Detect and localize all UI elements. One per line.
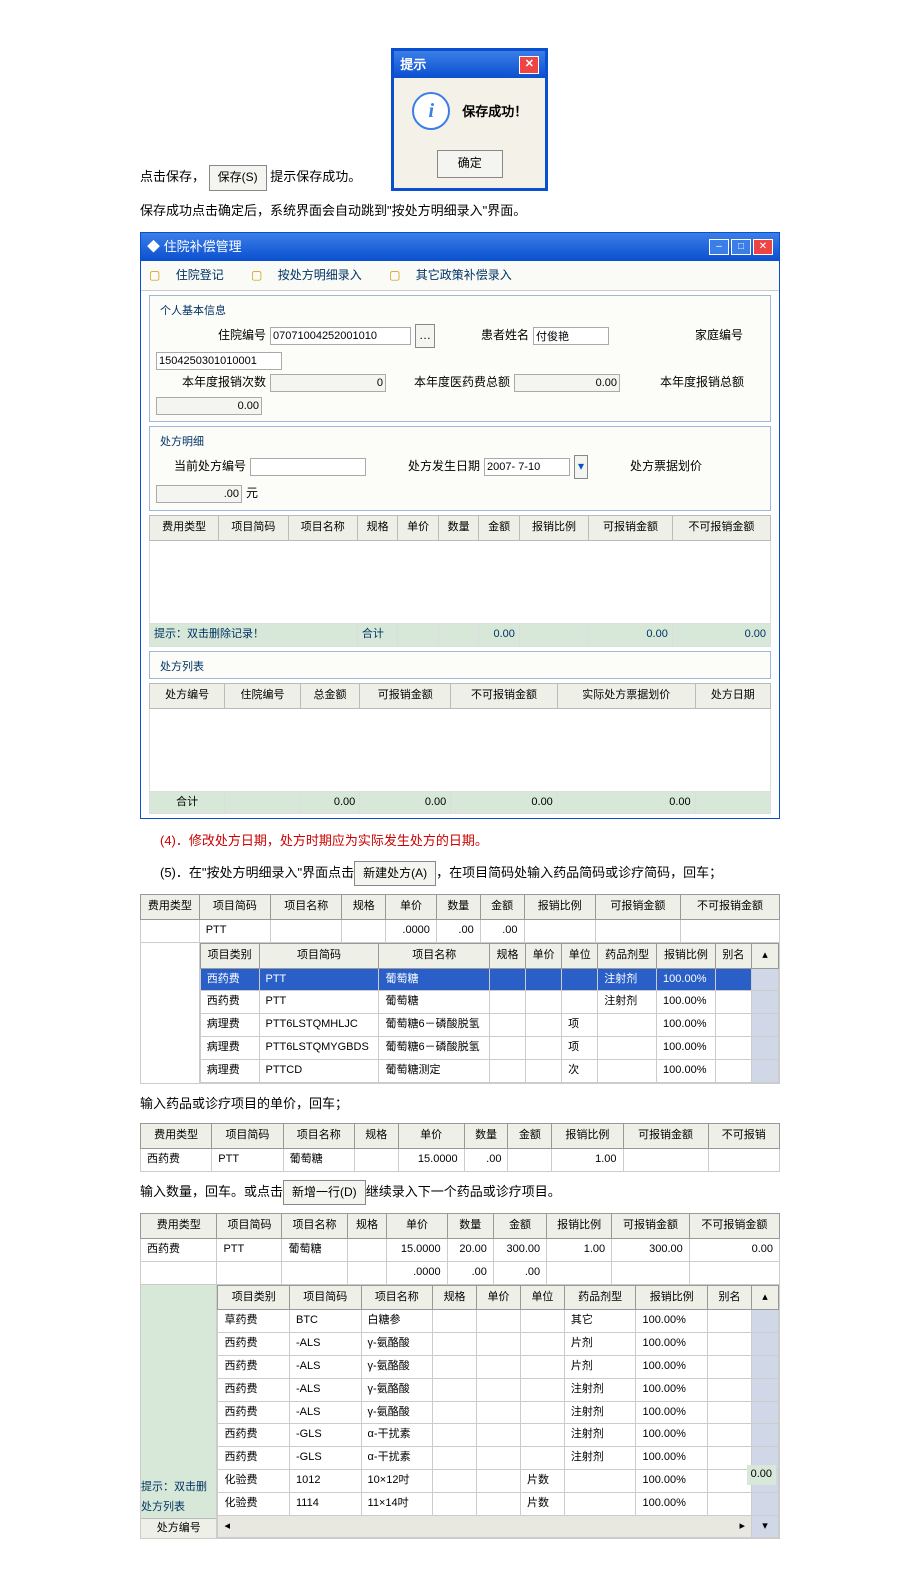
step-5: (5)．在"按处方明细录入"界面点击新建处方(A)，在项目简码处输入药品简码或诊…	[140, 861, 780, 887]
scroll-up-icon[interactable]: ▴	[752, 1285, 779, 1310]
step-4: (4)．修改处方日期，处方时期应为实际发生处方的日期。	[140, 829, 780, 852]
table-row[interactable]: 西药费PTT葡萄糖15.0000.001.00	[141, 1148, 780, 1171]
header-row: 费用类型项目简码项目名称规格单价数量金额报销比例可报销金额不可报销金额	[150, 516, 771, 541]
year-reimburse	[156, 397, 262, 415]
input-row[interactable]: .0000.00.00	[141, 1261, 780, 1284]
add-row-button[interactable]: 新增一行(D)	[283, 1180, 366, 1206]
ok-button[interactable]: 确定	[437, 150, 503, 178]
scroll-down-icon[interactable]: ▾	[752, 1515, 779, 1538]
rx-detail-group: 处方明细 当前处方编号 处方发生日期 ▾ 处方票据划价 元	[149, 426, 771, 511]
tab-register[interactable]: ▢ 住院登记	[149, 268, 236, 282]
rx-list-group: 处方列表	[149, 651, 771, 679]
label: 当前处方编号	[156, 456, 246, 478]
rx-list-grid: 处方编号住院编号总金额可报销金额不可报销金额实际处方票据划价处方日期 合计 0.…	[149, 683, 771, 815]
label: 住院编号	[156, 325, 266, 347]
label: 患者姓名	[439, 325, 529, 347]
input-row[interactable]: PTT.0000.00.00	[141, 920, 780, 943]
folder-icon: ▢	[251, 268, 262, 282]
folder-icon: ▢	[149, 268, 160, 282]
success-dialog: 提示 ✕ i 保存成功！ 确定	[391, 48, 548, 191]
list-item[interactable]: 西药费-ALSγ-氨酪酸注射剂100.00%	[218, 1401, 779, 1424]
legend: 处方明细	[156, 433, 208, 453]
lookup-table-c: 费用类型项目简码项目名称规格单价数量金额报销比例可报销金额不可报销金额 西药费P…	[140, 1213, 780, 1539]
reimburse-count	[270, 374, 386, 392]
text: 提示保存成功。	[270, 170, 361, 185]
lookup-button[interactable]: …	[415, 324, 435, 348]
list-item[interactable]: 病理费PTT6LSTQMYGBDS葡萄糖6－磷酸脱氢项100.00%	[200, 1037, 778, 1060]
header-row: 处方编号住院编号总金额可报销金额不可报销金额实际处方票据划价处方日期	[150, 683, 771, 708]
tab-rx-detail[interactable]: ▢ 按处方明细录入	[251, 268, 374, 282]
sum-label: 合计	[357, 624, 398, 647]
label: 家庭编号	[613, 325, 743, 347]
rx-date-input[interactable]	[484, 458, 570, 476]
window-title: ◆ 住院补偿管理	[147, 235, 242, 258]
delete-hint: 提示：双击删	[141, 1478, 216, 1498]
minimize-icon[interactable]: –	[709, 239, 729, 255]
dialog-title: 提示	[400, 53, 426, 76]
info-icon: i	[412, 92, 450, 130]
date-dropdown[interactable]: ▾	[574, 455, 588, 479]
list-item[interactable]: 病理费PTTCD葡萄糖测定次100.00%	[200, 1059, 778, 1082]
text: 输入药品或诊疗项目的单价，回车；	[140, 1092, 780, 1115]
tab-bar: ▢ 住院登记 ▢ 按处方明细录入 ▢ 其它政策补偿录入	[141, 261, 779, 292]
list-item[interactable]: 化验费101210×12吋片数100.00%	[218, 1470, 779, 1493]
value: 0.00	[747, 1465, 776, 1485]
intro-line: 点击保存， 保存(S) 提示保存成功。 提示 ✕ i 保存成功！ 确定	[140, 48, 780, 191]
patient-name-input[interactable]	[533, 327, 609, 345]
dialog-message: 保存成功！	[462, 100, 527, 123]
rx-no-input[interactable]	[250, 458, 366, 476]
family-no-input[interactable]	[156, 352, 282, 370]
close-icon[interactable]: ✕	[519, 56, 539, 74]
h-scrollbar[interactable]: ◂▸	[218, 1515, 752, 1538]
table-row: 西药费PTT葡萄糖15.000020.00300.001.00300.000.0…	[141, 1239, 780, 1262]
list-item[interactable]: 西药费-ALSγ-氨酪酸注射剂100.00%	[218, 1378, 779, 1401]
rx-no-label: 处方编号	[141, 1518, 216, 1539]
list-item[interactable]: 西药费PTT葡萄糖注射剂100.00%	[200, 991, 778, 1014]
legend: 个人基本信息	[156, 302, 230, 322]
maximize-icon[interactable]: □	[731, 239, 751, 255]
list-item[interactable]: 病理费PTT6LSTQMHLJC葡萄糖6－磷酸脱氢项100.00%	[200, 1014, 778, 1037]
price-entry-table: 费用类型项目简码项目名称规格单价数量金额报销比例可报销金额不可报销 西药费PTT…	[140, 1123, 780, 1172]
label: 处方发生日期	[370, 456, 480, 478]
list-item[interactable]: 化验费111411×14吋片数100.00%	[218, 1492, 779, 1515]
list-item[interactable]: 西药费-ALSγ-氨酪酸片剂100.00%	[218, 1356, 779, 1379]
app-window: ◆ 住院补偿管理 – □ ✕ ▢ 住院登记 ▢ 按处方明细录入 ▢ 其它政策补偿…	[140, 232, 780, 819]
save-button[interactable]: 保存(S)	[209, 165, 267, 191]
year-total	[514, 374, 620, 392]
list-item[interactable]: 西药费PTT葡萄糖注射剂100.00%	[200, 968, 778, 991]
list-item[interactable]: 西药费-GLSα-干扰素注射剂100.00%	[218, 1424, 779, 1447]
rx-list-label: 处方列表	[141, 1498, 216, 1518]
label: 处方票据划价	[592, 456, 702, 478]
text: 保存成功点击确定后，系统界面会自动跳到"按处方明细录入"界面。	[140, 199, 780, 222]
list-item[interactable]: 西药费-ALSγ-氨酪酸片剂100.00%	[218, 1333, 779, 1356]
close-icon[interactable]: ✕	[753, 239, 773, 255]
admission-no-input[interactable]	[270, 327, 411, 345]
rx-price	[156, 485, 242, 503]
tab-other[interactable]: ▢ 其它政策补偿录入	[389, 268, 524, 282]
list-item[interactable]: 草药费BTC白糖参其它100.00%	[218, 1310, 779, 1333]
folder-icon: ▢	[389, 268, 400, 282]
personal-info-group: 个人基本信息 住院编号 … 患者姓名 家庭编号 本年度报销次数 本年度医药费总额…	[149, 295, 771, 422]
text: 输入数量，回车。或点击新增一行(D)继续录入下一个药品或诊疗项目。	[140, 1180, 780, 1206]
rx-items-grid: 费用类型项目简码项目名称规格单价数量金额报销比例可报销金额不可报销金额 提示：双…	[149, 515, 771, 647]
unit: 元	[246, 483, 258, 505]
delete-hint: 提示：双击删除记录！	[150, 624, 358, 647]
lookup-table-a: 费用类型项目简码项目名称规格单价数量金额报销比例可报销金额不可报销金额 PTT.…	[140, 894, 780, 1083]
scroll-up-icon[interactable]: ▴	[752, 943, 779, 968]
sum-label: 合计	[150, 791, 225, 814]
label: 本年度医药费总额	[390, 372, 510, 394]
label: 本年度报销总额	[624, 372, 744, 394]
text: 点击保存，	[140, 170, 205, 185]
label: 本年度报销次数	[156, 372, 266, 394]
new-rx-button[interactable]: 新建处方(A)	[354, 861, 436, 887]
list-item[interactable]: 西药费-GLSα-干扰素注射剂100.00%	[218, 1447, 779, 1470]
legend: 处方列表	[156, 658, 208, 678]
